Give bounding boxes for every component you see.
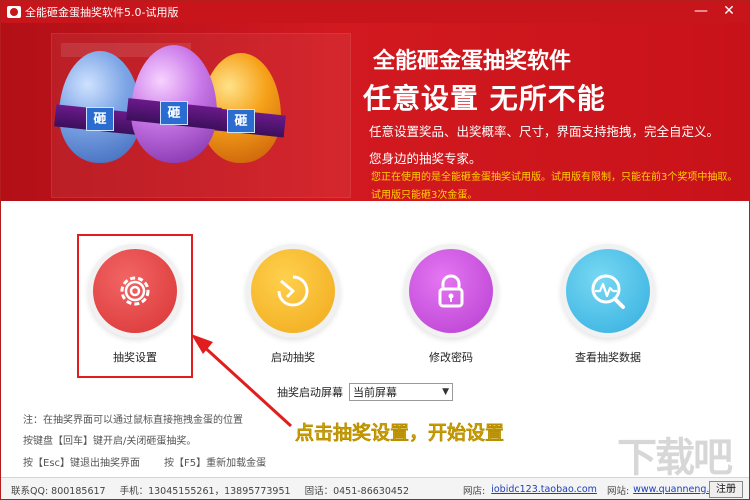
hint-esc: 按【Esc】键退出抽奖界面 <box>23 458 141 469</box>
register-button[interactable]: 注册 <box>709 481 743 498</box>
highlight-box <box>77 234 193 378</box>
minimize-button[interactable]: — <box>689 1 713 23</box>
banner-tagline-2: 您身边的抽奖专家。 <box>369 151 482 166</box>
screen-select-value: 当前屏幕 <box>353 386 397 399</box>
window-title: 全能砸金蛋抽奖软件5.0-试用版 <box>25 6 179 19</box>
view-lottery-data-button[interactable]: 查看抽奖数据 <box>558 249 658 365</box>
footer-bar: 联系QQ: 800185617 手机：13045155261，138957739… <box>1 477 749 499</box>
hint-f5: 按【F5】重新加载金蛋 <box>164 458 267 469</box>
annotation-instruction: 点击抽奖设置，开始设置 <box>295 422 505 444</box>
footer-landline: 固话：0451-86630452 <box>304 485 410 497</box>
view-lottery-data-circle[interactable] <box>566 249 650 333</box>
hint-drag: 注：在抽奖界面可以通过鼠标直接拖拽金蛋的位置 <box>23 415 243 426</box>
footer-shop-link[interactable]: iobidc123.taobao.com <box>491 484 597 495</box>
banner-headline: 全能砸金蛋抽奖软件 <box>373 49 572 74</box>
footer-web-label: 网站: <box>606 485 630 497</box>
lock-icon <box>438 274 464 308</box>
close-button[interactable]: ✕ <box>717 1 741 23</box>
change-password-button[interactable]: 修改密码 <box>401 249 501 365</box>
footer-shop-label: 网店: <box>463 485 486 497</box>
egg-tag: 砸 <box>160 101 188 125</box>
footer-phone: 手机：13045155261，13895773951 <box>119 485 291 497</box>
chart-search-icon <box>591 274 625 309</box>
change-password-circle[interactable] <box>409 249 493 333</box>
footer-qq: 联系QQ: 800185617 <box>11 485 106 497</box>
banner-slogan: 任意设置 无所不能 <box>363 82 606 115</box>
watermark-logo: 下载吧 <box>617 435 733 481</box>
egg-tag: 砸 <box>86 107 114 131</box>
egg-tag: 砸 <box>227 109 255 133</box>
title-bar[interactable]: 全能砸金蛋抽奖软件5.0-试用版 — ✕ <box>1 1 749 23</box>
banner: 砸 砸 砸 全能砸金蛋抽奖软件 任意设置 无所不能 任意设置奖品、出奖概率、尺寸… <box>1 23 749 201</box>
hint-enter: 按键盘【回车】键开启/关闭砸蛋抽奖。 <box>23 436 197 447</box>
trial-notice-2: 试用版只能砸3次金蛋。 <box>371 190 478 201</box>
banner-tagline: 任意设置奖品、出奖概率、尺寸，界面支持拖拽，完全自定义。 <box>369 124 720 139</box>
screen-select-row: 抽奖启动屏幕 当前屏幕 ▼ <box>277 383 453 401</box>
screen-select-label: 抽奖启动屏幕 <box>277 386 343 399</box>
change-password-label: 修改密码 <box>429 351 473 364</box>
chevron-down-icon: ▼ <box>442 387 449 397</box>
app-window: 全能砸金蛋抽奖软件5.0-试用版 — ✕ 砸 砸 砸 全能砸金蛋抽奖软件 任意设… <box>0 0 750 500</box>
start-lottery-circle[interactable] <box>251 249 335 333</box>
app-logo-icon <box>7 6 21 18</box>
trial-notice: 您正在使用的是全能砸金蛋抽奖试用版。试用版有限制，只能在前3个奖项中抽取。 <box>371 172 738 183</box>
start-icon <box>277 275 309 307</box>
screen-select-dropdown[interactable]: 当前屏幕 ▼ <box>349 383 453 401</box>
view-lottery-data-label: 查看抽奖数据 <box>575 351 641 364</box>
